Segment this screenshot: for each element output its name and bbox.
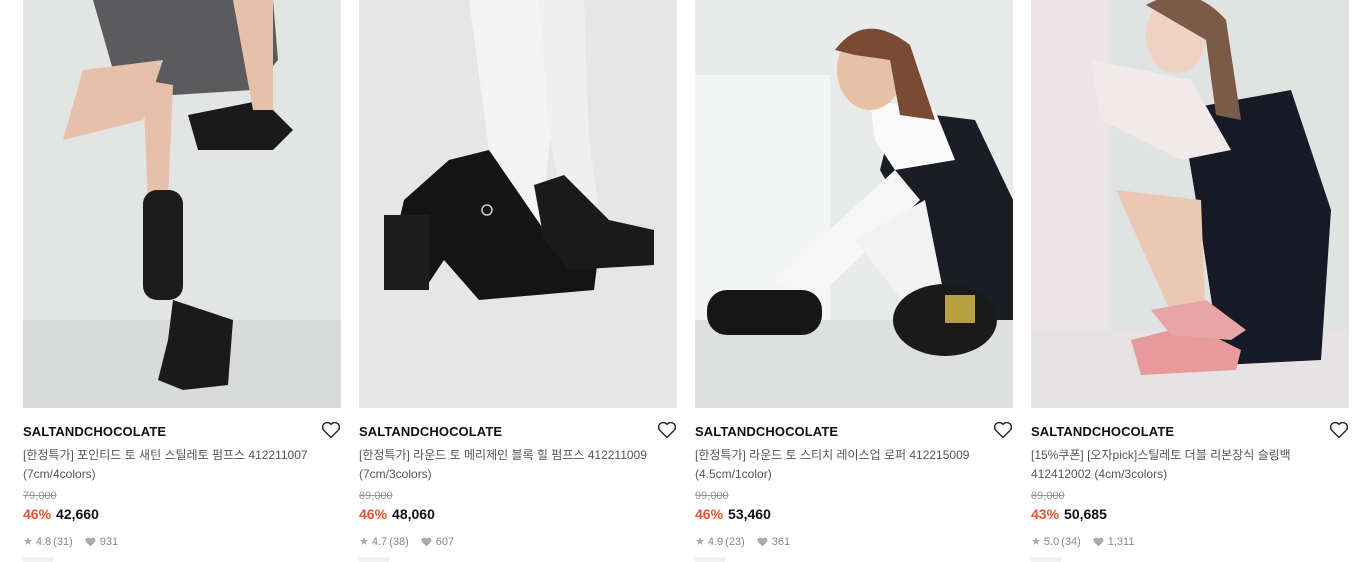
heart-filled-icon [421, 537, 432, 547]
review-count: (23) [725, 535, 745, 548]
original-price: 89,000 [359, 490, 393, 502]
product-title[interactable]: [한정특가] 라운드 토 스티치 레이스업 로퍼 412215009 (4.5c… [695, 446, 995, 484]
product-image[interactable] [359, 0, 677, 408]
wishlist-heart-icon[interactable] [321, 421, 341, 439]
price-row: 43% 50,685 [1031, 506, 1107, 522]
wishlist-heart-icon[interactable] [1329, 421, 1349, 439]
sale-price: 42,660 [56, 506, 99, 522]
star-icon: ★ [23, 536, 33, 548]
tag-placeholder [23, 557, 53, 562]
review-meta: ★ 4.7 (38) 607 [359, 535, 455, 549]
heart-filled-icon [85, 537, 96, 547]
like-count: 931 [99, 535, 119, 548]
product-grid: SALTANDCHOCOLATE [한정특가] 포인티드 토 새틴 스틸레토 펌… [0, 0, 1362, 562]
price-row: 46% 48,060 [359, 506, 435, 522]
discount-rate: 46% [359, 506, 388, 522]
sale-price: 48,060 [392, 506, 435, 522]
original-price: 89,000 [1031, 490, 1065, 502]
discount-rate: 46% [23, 506, 52, 522]
wishlist-heart-icon[interactable] [657, 421, 677, 439]
discount-rate: 43% [1031, 506, 1060, 522]
product-card[interactable]: SALTANDCHOCOLATE [한정특가] 포인티드 토 새틴 스틸레토 펌… [23, 0, 341, 562]
like-count: 361 [771, 535, 791, 548]
tag-placeholder [695, 557, 725, 562]
review-count: (31) [53, 535, 73, 548]
wishlist-heart-icon[interactable] [993, 421, 1013, 439]
brand-name[interactable]: SALTANDCHOCOLATE [23, 424, 166, 439]
like-count: 1,311 [1107, 535, 1135, 548]
product-image[interactable] [1031, 0, 1349, 408]
review-meta: ★ 4.8 (31) 931 [23, 535, 119, 549]
review-count: (34) [1061, 535, 1081, 548]
brand-name[interactable]: SALTANDCHOCOLATE [695, 424, 838, 439]
heart-filled-icon [1093, 537, 1104, 547]
product-title[interactable]: [15%쿠폰] [오자pick]스틸레토 더블 리본장식 슬링백 4124120… [1031, 446, 1331, 484]
rating-value: 4.8 [35, 535, 52, 548]
heart-filled-icon [757, 537, 768, 547]
like-count: 607 [435, 535, 455, 548]
sale-price: 50,685 [1064, 506, 1107, 522]
review-meta: ★ 5.0 (34) 1,311 [1031, 535, 1135, 549]
discount-rate: 46% [695, 506, 724, 522]
rating-value: 4.7 [371, 535, 388, 548]
original-price: 79,000 [23, 490, 57, 502]
tag-placeholder [1031, 557, 1061, 562]
price-row: 46% 42,660 [23, 506, 99, 522]
brand-name[interactable]: SALTANDCHOCOLATE [359, 424, 502, 439]
review-count: (38) [389, 535, 409, 548]
review-meta: ★ 4.9 (23) 361 [695, 535, 791, 549]
original-price: 99,000 [695, 490, 729, 502]
product-title[interactable]: [한정특가] 포인티드 토 새틴 스틸레토 펌프스 412211007 (7cm… [23, 446, 323, 484]
star-icon: ★ [695, 536, 705, 548]
star-icon: ★ [1031, 536, 1041, 548]
product-card[interactable]: SALTANDCHOCOLATE [한정특가] 라운드 토 스티치 레이스업 로… [695, 0, 1013, 562]
star-icon: ★ [359, 536, 369, 548]
rating-value: 5.0 [1043, 535, 1060, 548]
sale-price: 53,460 [728, 506, 771, 522]
product-card[interactable]: SALTANDCHOCOLATE [한정특가] 라운드 토 메리제인 블록 힐 … [359, 0, 677, 562]
product-image[interactable] [23, 0, 341, 408]
product-card[interactable]: SALTANDCHOCOLATE [15%쿠폰] [오자pick]스틸레토 더블… [1031, 0, 1349, 562]
rating-value: 4.9 [707, 535, 724, 548]
product-image[interactable] [695, 0, 1013, 408]
tag-placeholder [359, 557, 389, 562]
price-row: 46% 53,460 [695, 506, 771, 522]
brand-name[interactable]: SALTANDCHOCOLATE [1031, 424, 1174, 439]
product-title[interactable]: [한정특가] 라운드 토 메리제인 블록 힐 펌프스 412211009 (7c… [359, 446, 659, 484]
